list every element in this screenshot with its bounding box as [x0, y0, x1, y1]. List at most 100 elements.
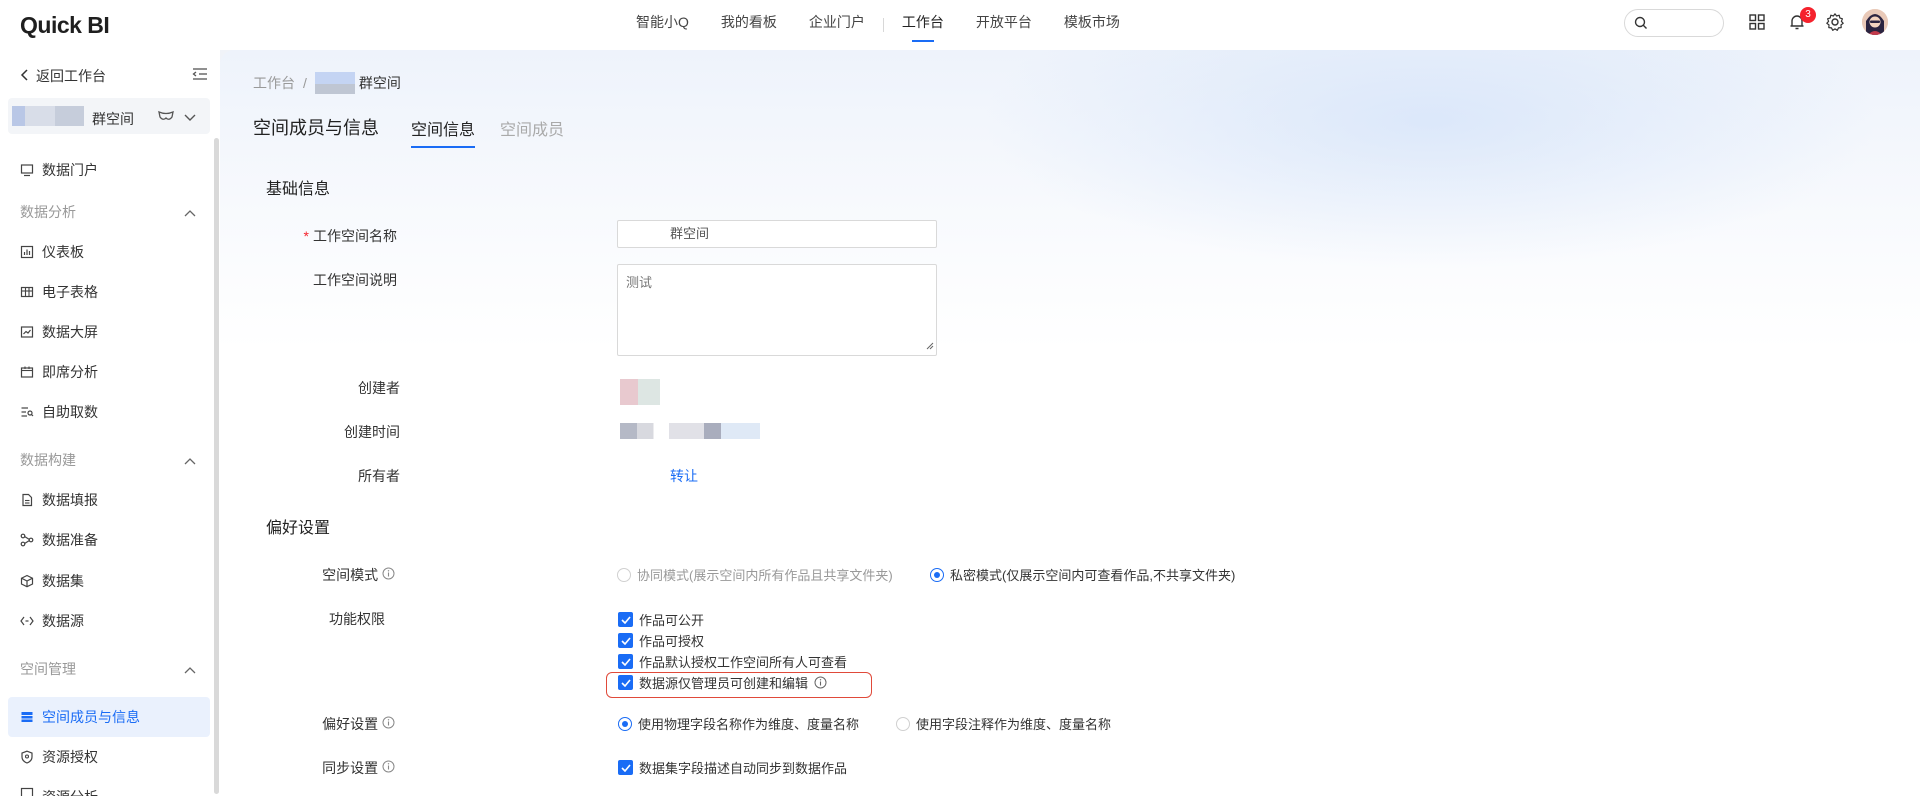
group-label: 数据构建 — [20, 452, 76, 468]
sidebar-item-label: 即席分析 — [42, 364, 98, 380]
nav-template-market[interactable]: 模板市场 — [1048, 0, 1136, 50]
perm-public-checkbox[interactable]: 作品可公开 — [618, 610, 704, 629]
sidebar-item-spreadsheet[interactable]: 电子表格 — [20, 282, 98, 302]
workspace-name-label: * 工作空间名称 — [220, 226, 397, 246]
main-content: 工作台 / 群空间 空间成员与信息 空间信息 空间成员 基础信息 * 工作空间名称… — [220, 50, 1920, 796]
header-background-decoration — [980, 50, 1880, 270]
table-icon — [20, 285, 34, 299]
workspace-name-input[interactable]: 群空间 — [617, 220, 937, 248]
chevron-up-icon — [184, 204, 196, 220]
perm-default-view-checkbox[interactable]: 作品默认授权工作空间所有人可查看 — [618, 652, 847, 671]
sidebar-item-data-portal[interactable]: 数据门户 — [20, 160, 98, 180]
sidebar-item-dashboard[interactable]: 仪表板 — [20, 242, 84, 262]
chevron-up-icon — [184, 661, 196, 677]
list-search-icon — [20, 405, 34, 419]
tab-space-info[interactable]: 空间信息 — [411, 116, 476, 148]
sidebar-item-label: 数据大屏 — [42, 324, 98, 340]
sidebar-item-space-members[interactable]: 空间成员与信息 — [20, 707, 140, 727]
settings-gear-icon[interactable] — [1824, 11, 1846, 33]
sidebar-item-adhoc-analysis[interactable]: 即席分析 — [20, 362, 98, 382]
sidebar-item-self-service[interactable]: 自助取数 — [20, 402, 98, 422]
chevron-up-icon — [184, 452, 196, 468]
label-text: 空间模式 — [322, 567, 379, 583]
creator-avatar-redacted — [620, 379, 660, 405]
checkbox-checked — [618, 612, 633, 627]
apps-grid-icon[interactable] — [1746, 11, 1768, 33]
pref-field-comment-radio[interactable]: 使用字段注释作为维度、度量名称 — [896, 714, 1111, 733]
option-label: 协同模式(展示空间内所有作品且共享文件夹) — [637, 568, 893, 583]
page-title: 空间成员与信息 — [253, 118, 379, 138]
nav-my-dashboard[interactable]: 我的看板 — [705, 0, 793, 50]
info-icon[interactable] — [382, 567, 395, 580]
document-icon — [20, 493, 34, 507]
nav-enterprise-portal[interactable]: 企业门户 — [793, 0, 881, 50]
sidebar-item-label: 空间成员与信息 — [42, 709, 140, 725]
created-time-label: 创建时间 — [344, 424, 400, 440]
sidebar-group-space-management[interactable]: 空间管理 — [20, 659, 196, 679]
preference-label: 偏好设置 — [220, 714, 395, 734]
info-icon[interactable] — [382, 716, 395, 729]
chevron-left-icon — [20, 68, 30, 84]
owner-label: 所有者 — [358, 468, 400, 484]
created-time-redacted — [620, 423, 760, 439]
sidebar-item-data-fill[interactable]: 数据填报 — [20, 490, 98, 510]
sidebar-item-label: 自助取数 — [42, 404, 98, 420]
nav-workbench[interactable]: 工作台 — [886, 0, 960, 50]
option-label: 数据集字段描述自动同步到数据作品 — [639, 761, 848, 776]
input-value: 群空间 — [670, 226, 710, 241]
workspace-desc-textarea[interactable]: 测试 — [617, 264, 937, 356]
stack-icon — [20, 710, 34, 724]
chevron-down-icon[interactable] — [184, 110, 196, 125]
option-label: 作品默认授权工作空间所有人可查看 — [639, 655, 848, 670]
breadcrumb-separator: / — [303, 75, 307, 91]
sidebar-item-resource-auth[interactable]: 资源授权 — [20, 747, 98, 767]
nav-open-platform[interactable]: 开放平台 — [960, 0, 1048, 50]
global-search-input[interactable] — [1624, 9, 1724, 37]
sidebar-item-data-prep[interactable]: 数据准备 — [20, 530, 98, 550]
breadcrumb-current: 群空间 — [358, 75, 401, 91]
checkbox-checked — [618, 633, 633, 648]
pref-physical-name-radio[interactable]: 使用物理字段名称作为维度、度量名称 — [618, 714, 859, 733]
checkbox-checked — [618, 760, 633, 775]
mode-collaborative-radio[interactable]: 协同模式(展示空间内所有作品且共享文件夹) — [617, 565, 893, 584]
transfer-owner-link[interactable]: 转让 — [670, 466, 698, 486]
top-bar: Quick BI 智能小Q 我的看板 企业门户 工作台 开放平台 模板市场 3 — [0, 0, 1920, 50]
back-to-workbench-link[interactable]: 返回工作台 — [20, 66, 106, 86]
sidebar-item-label: 电子表格 — [42, 284, 98, 300]
highlight-annotation-box — [606, 672, 872, 698]
sidebar-item-resource-analysis[interactable]: 资源分析 — [20, 787, 98, 796]
breadcrumb-root-link[interactable]: 工作台 — [253, 73, 295, 93]
option-label: 使用物理字段名称作为维度、度量名称 — [638, 717, 860, 732]
chart-icon — [20, 787, 34, 796]
sidebar-scrollbar[interactable] — [214, 138, 219, 794]
textarea-value: 测试 — [626, 275, 653, 290]
sidebar-item-label: 数据准备 — [42, 532, 98, 548]
collapse-sidebar-icon[interactable] — [192, 67, 208, 84]
workspace-name-redacted — [12, 106, 84, 126]
perm-authorize-checkbox[interactable]: 作品可授权 — [618, 631, 704, 650]
nav-smart-q[interactable]: 智能小Q — [620, 0, 705, 50]
tab-space-members[interactable]: 空间成员 — [500, 116, 564, 140]
resize-handle-icon[interactable] — [926, 338, 934, 353]
sidebar-group-data-build[interactable]: 数据构建 — [20, 450, 196, 470]
info-icon[interactable] — [382, 760, 395, 773]
mode-private-radio[interactable]: 私密模式(仅展示空间内可查看作品,不共享文件夹) — [930, 565, 1235, 584]
code-brackets-icon — [20, 614, 34, 628]
creator-label: 创建者 — [358, 380, 400, 396]
sidebar-item-datasource[interactable]: 数据源 — [20, 611, 84, 631]
label-text: 偏好设置 — [322, 716, 379, 732]
sidebar-item-dataset[interactable]: 数据集 — [20, 571, 84, 591]
sidebar-item-label: 资源授权 — [42, 749, 98, 765]
calendar-grid-icon — [20, 365, 34, 379]
sidebar-item-data-screen[interactable]: 数据大屏 — [20, 322, 98, 342]
sync-field-desc-checkbox[interactable]: 数据集字段描述自动同步到数据作品 — [618, 758, 847, 777]
quick-bi-logo[interactable]: Quick BI — [20, 12, 110, 39]
checkbox-checked — [618, 654, 633, 669]
back-label: 返回工作台 — [36, 68, 106, 84]
nav-divider — [882, 18, 884, 32]
sidebar-item-label: 数据源 — [42, 613, 84, 629]
top-nav: 智能小Q 我的看板 企业门户 工作台 开放平台 模板市场 — [620, 0, 1136, 50]
breadcrumb: 工作台 / 群空间 — [253, 72, 401, 94]
user-avatar[interactable] — [1862, 9, 1888, 35]
sidebar-group-data-analysis[interactable]: 数据分析 — [20, 202, 196, 222]
